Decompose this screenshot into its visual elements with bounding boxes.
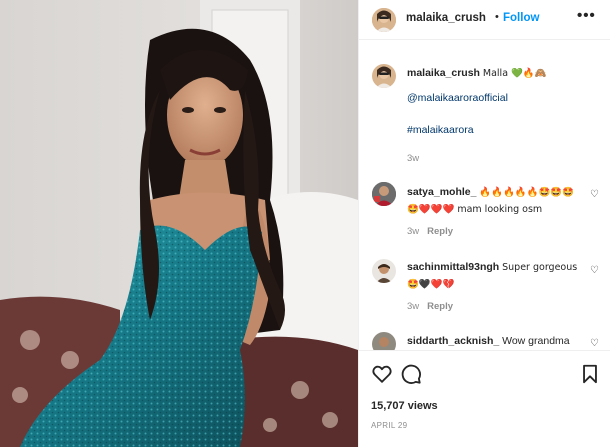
caption-avatar[interactable]	[372, 64, 396, 88]
post-side-panel: malaika_crush • Follow ••• malaika_crush…	[358, 0, 610, 447]
small-heart-icon[interactable]: ♡	[590, 189, 599, 200]
caption-age: 3w	[407, 153, 420, 164]
comment-age: 3w	[407, 226, 420, 237]
bookmark-icon[interactable]	[579, 363, 601, 385]
caption-hashtag-link[interactable]: #malaikaarora	[407, 122, 587, 138]
commenter-avatar[interactable]	[372, 182, 396, 206]
post-header: malaika_crush • Follow •••	[359, 0, 610, 40]
comment: sachinmittal93ngh Super gorgeous 🤩🖤❤️💔	[407, 259, 587, 293]
author-avatar[interactable]	[372, 8, 396, 32]
reply-button[interactable]: Reply	[427, 301, 453, 312]
comment-meta: 3w Reply	[407, 301, 453, 312]
caption-mention-link[interactable]: @malaikaaroraofficial	[407, 90, 587, 106]
caption-meta: 3w	[407, 153, 419, 164]
small-heart-icon[interactable]: ♡	[590, 338, 599, 349]
view-count[interactable]: 15,707 views	[371, 400, 438, 412]
comment-username[interactable]: siddarth_acknish_	[407, 335, 499, 347]
post-photo	[0, 0, 358, 447]
caption-text: Malla 💚🔥🙈	[482, 68, 547, 79]
comment-age: 3w	[407, 301, 420, 312]
follow-button[interactable]: Follow	[503, 12, 539, 24]
post-date[interactable]: APRIL 29	[371, 421, 407, 430]
heart-outline-icon[interactable]	[371, 363, 393, 385]
comment-username[interactable]: sachinmittal93ngh	[407, 261, 499, 273]
caption-username[interactable]: malaika_crush	[407, 67, 480, 79]
reply-button[interactable]: Reply	[427, 226, 453, 237]
post-actions: 15,707 views APRIL 29	[359, 350, 610, 447]
comment-meta: 3w Reply	[407, 226, 453, 237]
post-media[interactable]	[0, 0, 358, 447]
comment-text: Wow grandma	[502, 335, 570, 347]
small-heart-icon[interactable]: ♡	[590, 265, 599, 276]
comment: satya_mohle_ 🔥🔥🔥🔥🔥🤩🤩🤩 🤩❤️❤️❤️ mam lookin…	[407, 184, 587, 218]
author-username[interactable]: malaika_crush	[406, 12, 486, 24]
commenter-avatar[interactable]	[372, 259, 396, 283]
speech-bubble-icon[interactable]	[400, 363, 422, 385]
more-options-icon[interactable]: •••	[577, 7, 596, 24]
comment-username[interactable]: satya_mohle_	[407, 186, 476, 198]
comment: siddarth_acknish_ Wow grandma	[407, 333, 587, 349]
commenter-avatar[interactable]	[372, 332, 396, 350]
comments-list[interactable]: malaika_crush Malla 💚🔥🙈 @malaikaaroraoff…	[359, 41, 610, 350]
caption: malaika_crush Malla 💚🔥🙈 @malaikaaroraoff…	[407, 65, 587, 138]
header-separator: •	[495, 11, 499, 23]
